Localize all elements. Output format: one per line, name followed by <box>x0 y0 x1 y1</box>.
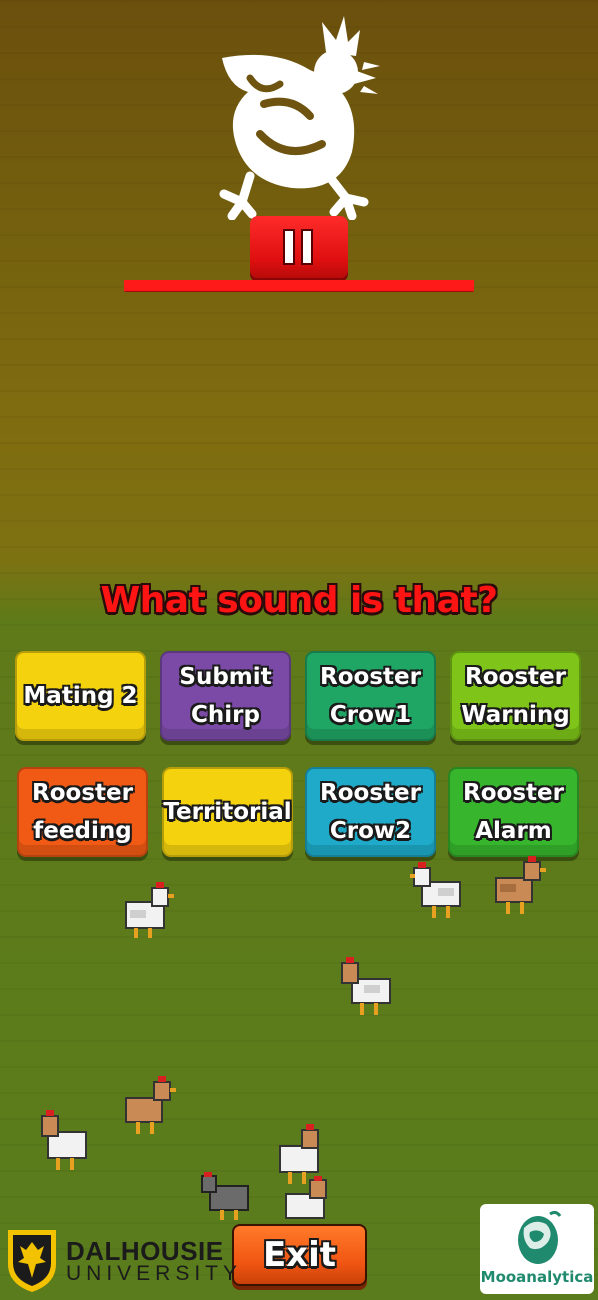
answer-label: Mating 2 <box>23 683 138 709</box>
answer-button-territorial[interactable]: Territorial <box>162 767 293 857</box>
chicken-white-icon <box>341 957 391 1015</box>
pause-button[interactable] <box>250 216 348 278</box>
chicken-gray-icon <box>201 1172 249 1220</box>
answer-button-rooster-crow1[interactable]: Rooster Crow1 <box>305 651 436 741</box>
answer-label: Rooster feeding <box>32 780 133 844</box>
dalhousie-logo: DALHOUSIE UNIVERSITY <box>6 1228 237 1294</box>
answer-label: Rooster Alarm <box>463 780 564 844</box>
question-title: What sound is that? <box>100 580 498 621</box>
chicken-white-icon <box>410 862 461 918</box>
logo-text: Mooanalytica <box>480 1268 594 1286</box>
mooanalytica-logo: Mooanalytica <box>480 1204 594 1294</box>
progress-fill <box>124 280 474 291</box>
chicken-white-icon <box>41 1110 87 1170</box>
answer-label: Territorial <box>163 799 292 825</box>
pause-icon <box>283 229 313 265</box>
chicken-brown-icon <box>125 1076 176 1134</box>
answer-button-rooster-feeding[interactable]: Rooster feeding <box>17 767 148 857</box>
progress-bar <box>124 280 474 291</box>
logo-line2: UNIVERSITY <box>66 1262 243 1285</box>
chicken-brown-icon <box>495 856 546 914</box>
answer-button-rooster-alarm[interactable]: Rooster Alarm <box>448 767 579 857</box>
answer-label: Rooster Crow2 <box>320 780 421 844</box>
rooster-icon <box>214 12 384 221</box>
chicken-white-icon <box>125 882 174 938</box>
answer-button-rooster-warning[interactable]: Rooster Warning <box>450 651 581 741</box>
exit-button[interactable]: Exit <box>232 1224 367 1286</box>
answer-label: Rooster Crow1 <box>320 664 421 728</box>
answer-label: Rooster Warning <box>461 664 570 728</box>
shield-icon <box>8 1230 56 1292</box>
answer-button-mating-2[interactable]: Mating 2 <box>15 651 146 741</box>
globe-cow-icon <box>518 1210 562 1264</box>
answer-button-submit-chirp[interactable]: Submit Chirp <box>160 651 291 741</box>
answer-button-rooster-crow2[interactable]: Rooster Crow2 <box>305 767 436 857</box>
answer-label: Submit Chirp <box>179 664 272 728</box>
